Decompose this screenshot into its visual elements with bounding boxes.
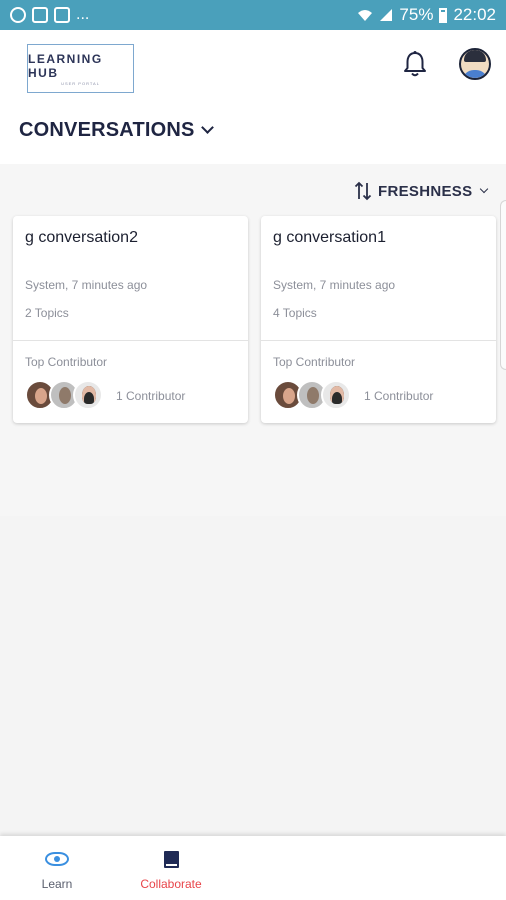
contributor-avatars — [25, 380, 105, 412]
status-left: ... — [10, 6, 89, 24]
top-contributor-label: Top Contributor — [273, 355, 356, 369]
conversation-title: g conversation2 — [25, 229, 138, 246]
settings-notification-icon — [10, 7, 26, 23]
content-area — [0, 516, 506, 836]
logo-subtitle: USER PORTAL — [61, 80, 100, 86]
conversation-card[interactable]: g conversation2 System, 7 minutes ago 2 … — [13, 216, 248, 423]
sort-icon — [354, 181, 372, 201]
conversation-title: g conversation1 — [273, 229, 386, 246]
user-avatar[interactable] — [459, 48, 491, 80]
status-overflow: ... — [76, 6, 90, 23]
eye-icon — [45, 852, 69, 866]
sort-freshness-dropdown[interactable]: FRESHNESS — [354, 181, 489, 201]
avatar — [321, 380, 351, 410]
status-bar: ... 75% 22:02 — [0, 0, 506, 30]
conversation-topics: 4 Topics — [273, 306, 317, 320]
book-icon — [163, 850, 179, 868]
logo-title: LEARNING HUB — [28, 51, 103, 80]
app-logo[interactable]: LEARNING HUB USER PORTAL — [27, 44, 134, 93]
conversation-meta: System, 7 minutes ago — [273, 278, 396, 292]
contributor-count: 1 Contributor — [364, 389, 434, 403]
page-title: CONVERSATIONS — [19, 119, 195, 141]
signal-icon — [380, 9, 393, 21]
image-notification-icon — [32, 7, 48, 23]
side-drawer-handle[interactable] — [500, 200, 506, 370]
top-contributor-label: Top Contributor — [25, 355, 108, 369]
nav-learn[interactable]: Learn — [32, 836, 82, 900]
notification-bell-icon[interactable] — [402, 50, 428, 78]
conversation-meta: System, 7 minutes ago — [25, 278, 148, 292]
wifi-icon — [358, 10, 373, 21]
nav-collaborate[interactable]: Collaborate — [136, 836, 206, 900]
chevron-down-icon — [200, 121, 214, 134]
bottom-nav: Learn Collaborate — [0, 836, 506, 900]
battery-percent: 75% — [399, 5, 434, 24]
contributor-count: 1 Contributor — [116, 389, 186, 403]
contributor-avatars — [273, 380, 353, 412]
mail-notification-icon — [54, 7, 70, 23]
battery-icon — [439, 7, 448, 23]
clock: 22:02 — [453, 5, 496, 24]
divider — [261, 340, 496, 341]
status-right: 75% 22:02 — [357, 5, 496, 25]
conversation-topics: 2 Topics — [25, 306, 69, 320]
nav-label: Learn — [41, 877, 73, 891]
avatar — [73, 380, 103, 410]
conversations-dropdown[interactable]: CONVERSATIONS — [19, 119, 214, 142]
app-header: LEARNING HUB USER PORTAL CONVERSATIONS — [0, 30, 506, 164]
chevron-down-icon — [480, 184, 489, 194]
sort-label: FRESHNESS — [378, 182, 473, 200]
divider — [13, 340, 248, 341]
conversation-card[interactable]: g conversation1 System, 7 minutes ago 4 … — [261, 216, 496, 423]
nav-label: Collaborate — [140, 877, 202, 891]
